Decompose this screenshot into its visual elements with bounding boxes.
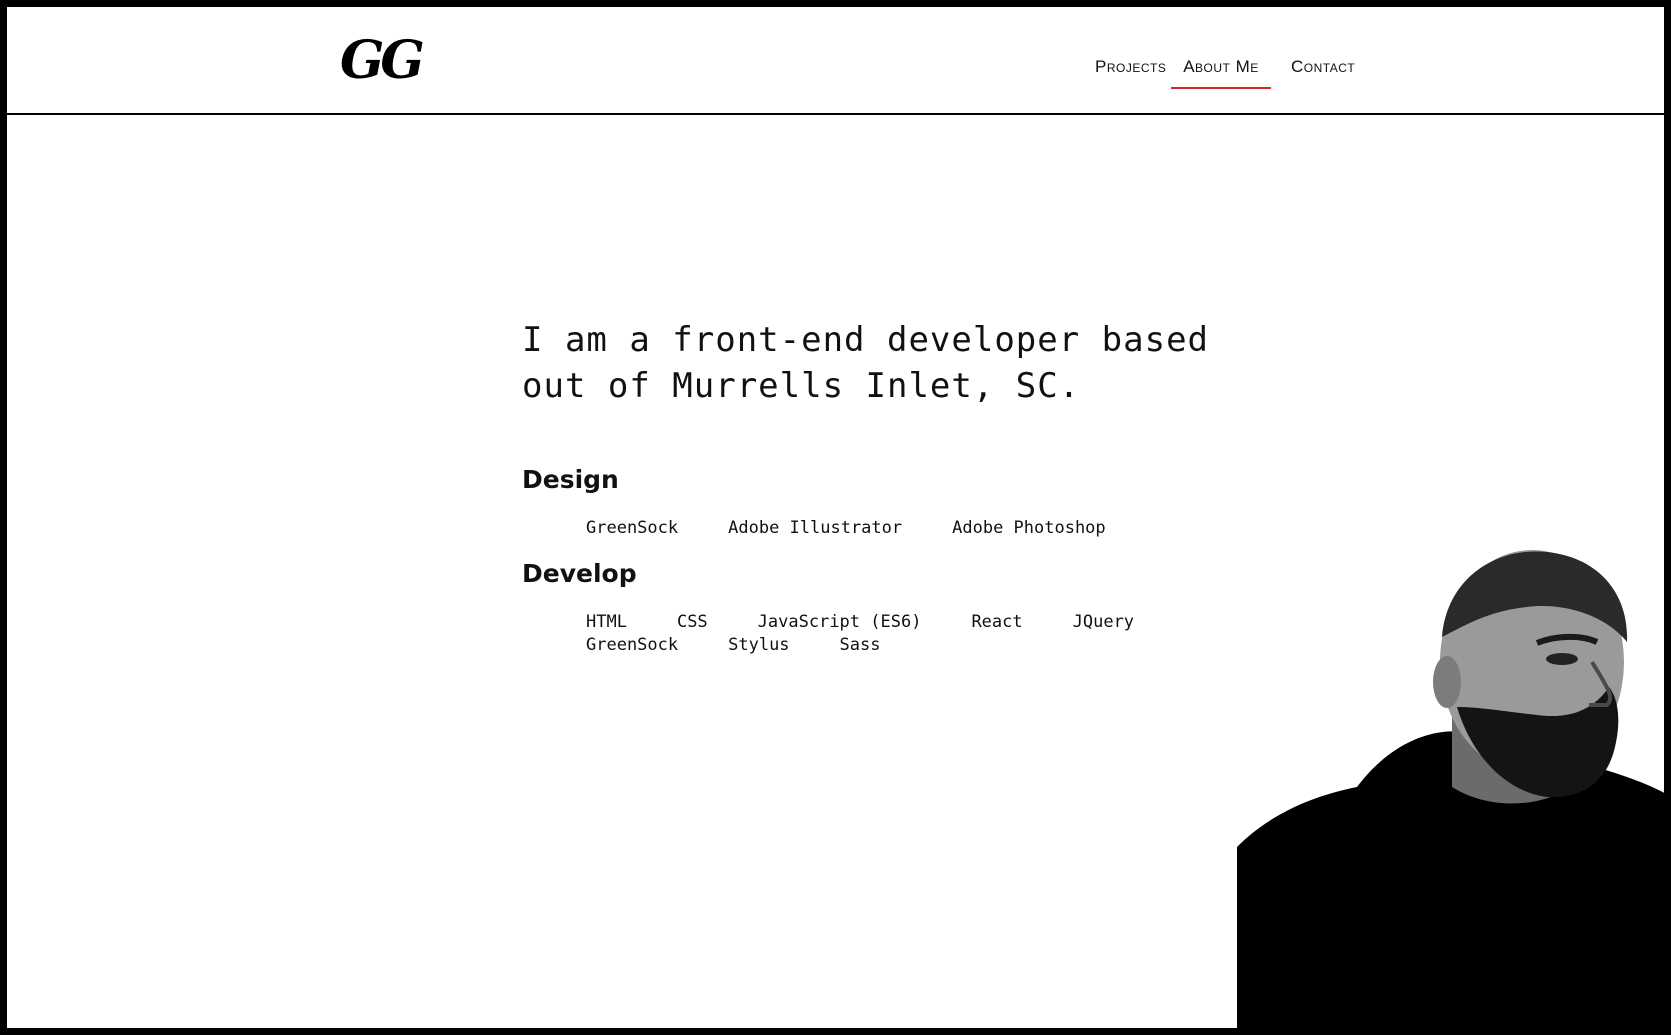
site-header: GG Projects About Me Contact — [7, 7, 1664, 115]
design-heading: Design — [522, 465, 619, 494]
skill-item: HTML — [586, 612, 627, 632]
page-frame: GG Projects About Me Contact I am a fron… — [0, 0, 1671, 1035]
portrait-photo — [1237, 550, 1664, 1028]
skill-item: GreenSock — [586, 635, 679, 655]
skill-item: GreenSock — [586, 518, 679, 538]
portrait-eye — [1546, 653, 1578, 665]
develop-heading: Develop — [522, 559, 637, 588]
intro-line-2: out of Murrells Inlet, SC. — [522, 366, 1081, 406]
skill-item: Sass — [839, 635, 881, 655]
nav-link-about-me[interactable]: About Me — [1171, 57, 1271, 89]
intro-line-1: I am a front-end developer based — [522, 320, 1210, 360]
skill-item: Stylus — [728, 635, 790, 655]
intro-text: I am a front-end developer based out of … — [522, 317, 1222, 409]
skill-item: CSS — [676, 612, 708, 632]
skill-item: React — [971, 612, 1023, 632]
nav-link-projects[interactable]: Projects — [1095, 57, 1166, 87]
skill-item: JQuery — [1072, 612, 1135, 632]
nav-link-contact[interactable]: Contact — [1291, 57, 1355, 87]
develop-skill-list: HTML CSS JavaScript (ES6) React JQuery G… — [586, 612, 1146, 656]
main-nav: Projects About Me Contact — [7, 57, 1664, 89]
skill-item: Adobe Photoshop — [952, 518, 1106, 538]
skill-item: Adobe Illustrator — [728, 518, 903, 538]
design-skill-list: GreenSock Adobe Illustrator Adobe Photos… — [586, 518, 1146, 539]
portrait-ear — [1433, 656, 1461, 708]
skill-item: JavaScript (ES6) — [757, 612, 922, 632]
about-content: I am a front-end developer based out of … — [522, 317, 1222, 656]
